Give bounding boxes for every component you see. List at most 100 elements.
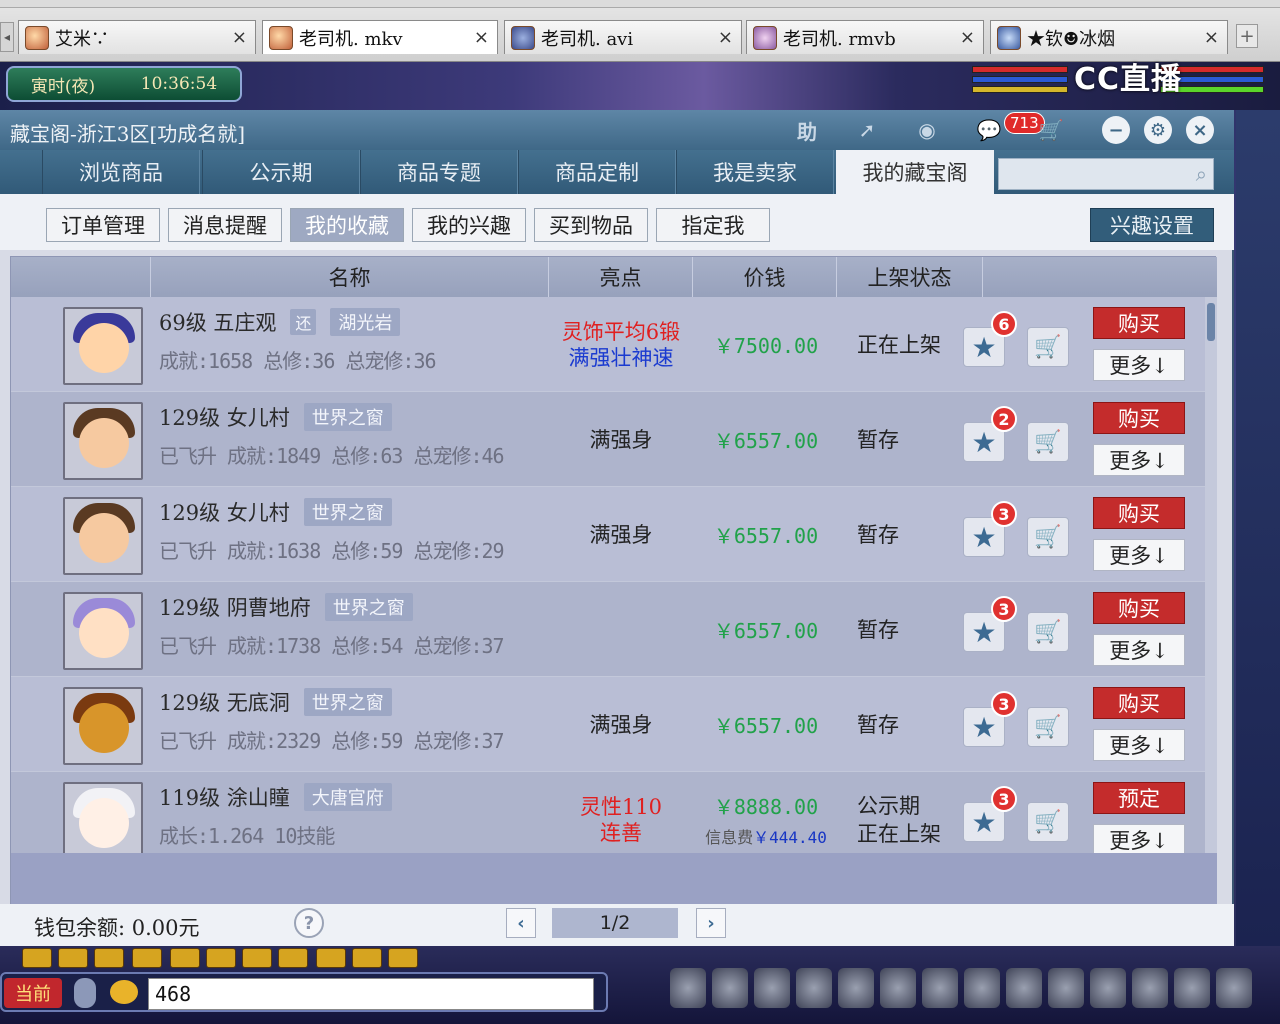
skill-icon[interactable] <box>964 968 1000 1008</box>
tab-publicity[interactable]: 公示期 <box>202 150 360 194</box>
skill-icon[interactable] <box>1174 968 1210 1008</box>
tab-my-pavilion[interactable]: 我的藏宝阁 <box>836 150 994 194</box>
buy-button[interactable]: 购买 <box>1093 592 1185 624</box>
table-row[interactable]: 129级 女儿村 世界之窗 已飞升 成就:1849 总修:63 总宠修:46 满… <box>11 392 1205 487</box>
search-icon[interactable]: ⌕ <box>1196 162 1207 186</box>
subtab-interests[interactable]: 我的兴趣 <box>412 208 526 242</box>
close-icon[interactable]: × <box>1186 116 1214 144</box>
question-icon[interactable]: ? <box>294 908 324 938</box>
subtab-favorites[interactable]: 我的收藏 <box>290 208 404 242</box>
quick-icon[interactable] <box>132 948 162 968</box>
skill-icon[interactable] <box>670 968 706 1008</box>
close-icon[interactable]: × <box>1204 27 1219 48</box>
browser-tab-4[interactable]: 老司机. rmvb × <box>746 20 984 54</box>
tab-custom[interactable]: 商品定制 <box>518 150 676 194</box>
skill-icon[interactable] <box>1132 968 1168 1008</box>
skill-icon[interactable] <box>1006 968 1042 1008</box>
skill-icon[interactable] <box>1216 968 1252 1008</box>
skill-icon[interactable] <box>754 968 790 1008</box>
character-portrait[interactable] <box>63 782 143 860</box>
subtab-messages[interactable]: 消息提醒 <box>168 208 282 242</box>
quick-icon[interactable] <box>206 948 236 968</box>
new-tab-icon[interactable]: + <box>1236 24 1258 48</box>
add-to-cart-icon[interactable]: 🛒 <box>1027 327 1069 367</box>
character-portrait[interactable] <box>63 497 143 575</box>
quick-icon[interactable] <box>94 948 124 968</box>
skill-icon[interactable] <box>796 968 832 1008</box>
close-icon[interactable]: × <box>232 27 247 48</box>
skill-icon[interactable] <box>880 968 916 1008</box>
browser-tab-1[interactable]: 艾米∵ × <box>18 20 256 54</box>
buy-button[interactable]: 购买 <box>1093 497 1185 529</box>
more-button[interactable]: 更多↓ <box>1093 729 1185 761</box>
quick-icon[interactable] <box>170 948 200 968</box>
buy-button[interactable]: 预定 <box>1093 782 1185 814</box>
help-icon[interactable]: 助 <box>790 116 824 144</box>
close-icon[interactable]: × <box>718 27 733 48</box>
scrollbar-thumb[interactable] <box>1207 303 1215 341</box>
buy-button[interactable]: 购买 <box>1093 402 1185 434</box>
cart-icon[interactable]: 🛒 <box>1034 116 1068 144</box>
more-button[interactable]: 更多↓ <box>1093 349 1185 381</box>
quick-icon[interactable] <box>278 948 308 968</box>
chat-channel-button[interactable]: 当前 <box>4 978 62 1008</box>
buy-button[interactable]: 购买 <box>1093 307 1185 339</box>
add-to-cart-icon[interactable]: 🛒 <box>1027 422 1069 462</box>
table-row[interactable]: 129级 阴曹地府 世界之窗 已飞升 成就:1738 总修:54 总宠修:37 … <box>11 582 1205 677</box>
quick-icon[interactable] <box>58 948 88 968</box>
quick-icon[interactable] <box>22 948 52 968</box>
quick-icon[interactable] <box>316 948 346 968</box>
subtab-assigned[interactable]: 指定我 <box>656 208 770 242</box>
chat-icon[interactable]: 💬 <box>972 116 1006 144</box>
interest-settings-button[interactable]: 兴趣设置 <box>1090 208 1214 242</box>
skill-icon[interactable] <box>1048 968 1084 1008</box>
character-portrait[interactable] <box>63 402 143 480</box>
character-portrait[interactable] <box>63 307 143 385</box>
search-input[interactable]: ⌕ <box>998 158 1214 190</box>
tab-browse[interactable]: 浏览商品 <box>42 150 200 194</box>
table-row[interactable]: 129级 女儿村 世界之窗 已飞升 成就:1638 总修:59 总宠修:29 满… <box>11 487 1205 582</box>
add-to-cart-icon[interactable]: 🛒 <box>1027 517 1069 557</box>
add-to-cart-icon[interactable]: 🛒 <box>1027 707 1069 747</box>
quick-icon[interactable] <box>352 948 382 968</box>
add-to-cart-icon[interactable]: 🛒 <box>1027 802 1069 842</box>
skill-icon[interactable] <box>838 968 874 1008</box>
close-icon[interactable]: × <box>474 27 489 48</box>
quick-icon[interactable] <box>242 948 272 968</box>
skill-icon[interactable] <box>712 968 748 1008</box>
next-page-icon[interactable]: › <box>696 908 726 938</box>
stop-icon[interactable]: ◉ <box>910 116 944 144</box>
tab-scroll-left-icon[interactable]: ◂ <box>0 22 14 52</box>
skill-icon[interactable] <box>1090 968 1126 1008</box>
more-button[interactable]: 更多↓ <box>1093 444 1185 476</box>
subtab-orders[interactable]: 订单管理 <box>46 208 160 242</box>
more-button[interactable]: 更多↓ <box>1093 634 1185 666</box>
character-portrait[interactable] <box>63 687 143 765</box>
more-button[interactable]: 更多↓ <box>1093 824 1185 856</box>
subtab-purchased[interactable]: 买到物品 <box>534 208 648 242</box>
browser-tab-label: 艾米∵ <box>55 28 109 50</box>
close-icon[interactable]: × <box>960 27 975 48</box>
quick-icon[interactable] <box>388 948 418 968</box>
microphone-icon[interactable] <box>74 978 96 1008</box>
highlight-text: 满强身 <box>589 522 653 547</box>
table-row[interactable]: 129级 无底洞 世界之窗 已飞升 成就:2329 总修:59 总宠修:37 满… <box>11 677 1205 772</box>
chat-input[interactable]: 468 <box>148 978 594 1010</box>
table-scrollbar[interactable] <box>1205 297 1217 853</box>
minimize-icon[interactable]: − <box>1102 116 1130 144</box>
browser-tab-3[interactable]: 老司机. avi × <box>504 20 742 54</box>
share-icon[interactable]: ➚ <box>850 116 884 144</box>
prev-page-icon[interactable]: ‹ <box>506 908 536 938</box>
character-portrait[interactable] <box>63 592 143 670</box>
tab-topics[interactable]: 商品专题 <box>360 150 518 194</box>
browser-tab-2[interactable]: 老司机. mkv × <box>262 20 498 54</box>
skill-icon[interactable] <box>922 968 958 1008</box>
tab-seller[interactable]: 我是卖家 <box>676 150 834 194</box>
buy-button[interactable]: 购买 <box>1093 687 1185 719</box>
add-to-cart-icon[interactable]: 🛒 <box>1027 612 1069 652</box>
emote-icon[interactable] <box>110 980 138 1004</box>
more-button[interactable]: 更多↓ <box>1093 539 1185 571</box>
settings-icon[interactable]: ⚙ <box>1144 116 1172 144</box>
table-row[interactable]: 69级 五庄观 还 湖光岩 成就:1658 总修:36 总宠修:36 灵饰平均6… <box>11 297 1205 392</box>
browser-tab-5[interactable]: ★钦☻冰烟 × <box>990 20 1228 54</box>
